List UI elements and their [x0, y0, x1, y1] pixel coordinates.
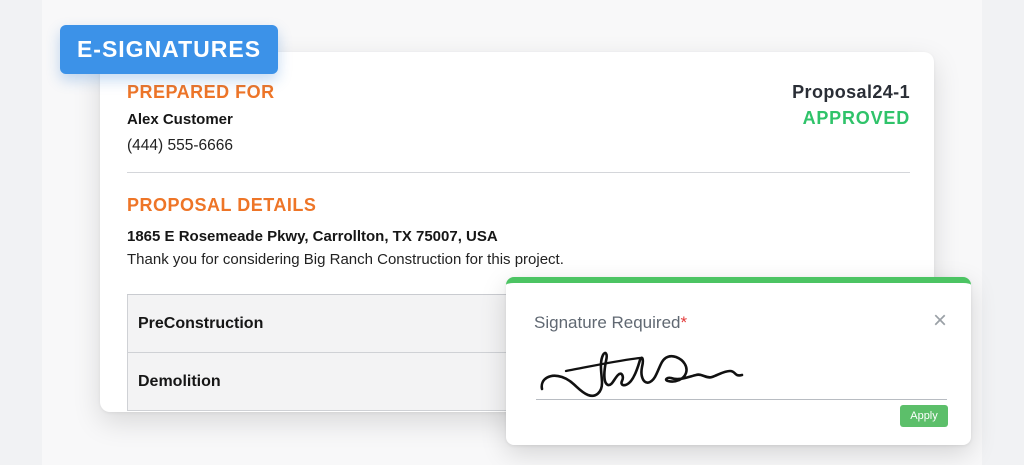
project-address: 1865 E Rosemeade Pkwy, Carrollton, TX 75… — [127, 228, 498, 245]
required-asterisk: * — [680, 313, 688, 332]
customer-phone: (444) 555-6666 — [127, 137, 233, 154]
divider — [127, 172, 910, 173]
line-item-label: PreConstruction — [138, 314, 264, 332]
apply-button[interactable]: Apply — [900, 405, 948, 427]
signature-line — [536, 399, 947, 400]
signature-drawing[interactable] — [536, 345, 766, 405]
thank-you-message: Thank you for considering Big Ranch Cons… — [127, 251, 564, 268]
proposal-details-heading: PROPOSAL DETAILS — [127, 195, 317, 215]
customer-name: Alex Customer — [127, 111, 233, 128]
close-icon[interactable]: × — [929, 309, 951, 333]
signature-title: Signature Required* — [534, 313, 687, 333]
e-signatures-badge: E-SIGNATURES — [60, 25, 278, 74]
proposal-id: Proposal24-1 — [792, 82, 910, 102]
status-badge: APPROVED — [802, 108, 910, 128]
prepared-for-heading: PREPARED FOR — [127, 82, 275, 102]
line-item-label: Demolition — [138, 372, 221, 390]
signature-dialog: Signature Required* × Apply — [506, 277, 971, 445]
signature-title-text: Signature Required — [534, 313, 681, 332]
